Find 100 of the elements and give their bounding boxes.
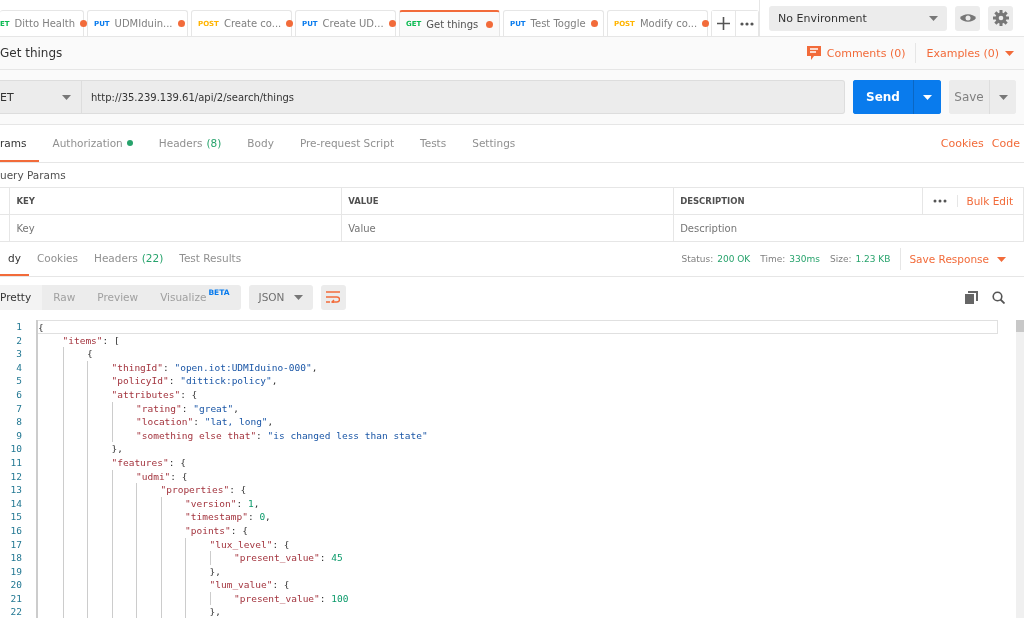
url-field[interactable]: http://35.239.139.61/api/2/search/things	[91, 91, 844, 103]
code-line: "attributes": {	[111, 387, 198, 402]
stat-label: Size:	[829, 254, 852, 264]
line-number: 21	[10, 591, 22, 606]
code-line: },	[209, 564, 221, 579]
code-line: "items": [	[62, 333, 120, 348]
header-link[interactable]: Cookies	[936, 125, 988, 162]
code-line: "present_value": 100	[234, 591, 349, 606]
line-number: 5	[16, 374, 22, 388]
column-header: VALUE	[341, 187, 674, 215]
wrap-icon	[326, 291, 341, 303]
eye-icon	[959, 13, 976, 23]
response-section-tab[interactable]: Cookies	[28, 242, 86, 276]
code-line: "properties": {	[160, 483, 247, 497]
copy-icon[interactable]	[962, 290, 981, 304]
code-line: "thingId": "open.iot:UDMIduino-000",	[111, 360, 318, 375]
eye-button[interactable]	[955, 5, 980, 31]
more-icon	[740, 21, 754, 26]
caret-icon	[1005, 50, 1014, 56]
param-field[interactable]: Key	[16, 222, 336, 234]
format-dropdown[interactable]: JSON	[248, 284, 313, 310]
request-section-tab[interactable]: Headers (8)	[145, 125, 235, 162]
view-mode-tab[interactable]: Preview	[86, 284, 150, 310]
line-number: 13	[10, 483, 22, 497]
environment-dropdown[interactable]: No Environment	[769, 5, 947, 31]
request-section-tab[interactable]: Authorization	[39, 125, 146, 162]
line-number: 15	[10, 510, 22, 524]
line-number: 17	[10, 537, 22, 552]
code-line: "something else that": "is changed less than state"	[136, 428, 428, 443]
header-link[interactable]: Code	[987, 125, 1024, 162]
stat-value: 330ms	[789, 254, 820, 264]
scrollbar-thumb[interactable]	[1016, 320, 1024, 332]
caret-icon	[293, 294, 303, 300]
request-title: Get things	[0, 46, 64, 60]
line-number: 2	[16, 333, 22, 348]
request-section-tab[interactable]: Pre-request Script	[286, 125, 408, 162]
stat-value: 200 OK	[717, 254, 751, 264]
stat-value: 1.23 KB	[855, 254, 891, 264]
request-section-tab[interactable]: Body	[234, 125, 287, 162]
gear-icon	[992, 10, 1009, 26]
code-line: {	[87, 347, 93, 361]
stat-label: Status:	[681, 254, 714, 264]
code-line: "udmi": {	[136, 469, 188, 484]
stat-label: Time:	[760, 254, 786, 264]
line-number: 8	[16, 415, 22, 429]
param-field[interactable]: Description	[673, 214, 1024, 242]
view-mode-tab[interactable]: Raw	[42, 284, 87, 310]
code-line: "lux_level": {	[209, 537, 290, 552]
column-header: DESCRIPTION	[673, 187, 923, 215]
section-heading: uery Params	[0, 169, 66, 181]
line-number: 18	[10, 551, 22, 565]
line-number: 6	[16, 387, 22, 402]
line-number: 20	[10, 578, 22, 592]
column-header: KEY	[9, 187, 342, 215]
line-number: 1	[16, 320, 22, 334]
view-mode-tab[interactable]: Pretty	[0, 284, 43, 310]
url-field[interactable]: http://35.239.139.61/api/2/search/things	[82, 80, 845, 114]
code-line: "policyId": "dittick:policy",	[111, 374, 278, 388]
line-number: 12	[10, 469, 22, 484]
param-field[interactable]: Value	[348, 222, 668, 234]
param-field[interactable]: Description	[680, 222, 1017, 234]
settings-button[interactable]	[988, 5, 1013, 31]
code-line: "version": 1,	[185, 496, 260, 511]
request-section-tab[interactable]: Tests	[407, 125, 460, 162]
caret-icon	[998, 94, 1008, 100]
comment-icon	[806, 46, 821, 60]
code-line: },	[209, 605, 221, 618]
code-line: "timestamp": 0,	[185, 510, 271, 524]
caret-icon	[997, 256, 1006, 262]
code-line: "points": {	[185, 523, 248, 538]
response-section-tab[interactable]: Test Results	[171, 242, 250, 276]
examples-dropdown[interactable]: Examples (0)	[916, 46, 1024, 60]
line-number: 16	[10, 523, 22, 538]
param-field[interactable]: Key	[9, 214, 342, 242]
code-line: "present_value": 45	[234, 551, 343, 565]
code-line: },	[111, 442, 123, 456]
line-number: 3	[16, 347, 22, 361]
response-section-tab[interactable]: Headers (22)	[86, 242, 172, 276]
line-number: 14	[10, 496, 22, 511]
code-line: "location": "lat, long",	[136, 415, 274, 429]
method-dropdown[interactable]: ET	[0, 80, 82, 114]
plus-icon	[717, 17, 730, 30]
send-options-button[interactable]	[913, 80, 941, 114]
caret-icon	[62, 94, 71, 100]
request-section-tab[interactable]: Settings	[459, 125, 529, 162]
code-line: "lum_value": {	[209, 578, 290, 592]
param-field[interactable]: Value	[341, 214, 674, 242]
search-icon[interactable]	[989, 290, 1008, 304]
line-number: 4	[16, 360, 22, 375]
more-button[interactable]	[735, 11, 758, 36]
wrap-lines-button[interactable]	[320, 284, 346, 310]
save-response-dropdown[interactable]: Save Response	[900, 248, 1012, 270]
code-line: "features": {	[111, 455, 186, 470]
comments-button[interactable]: Comments (0)	[796, 46, 916, 60]
code-line: "rating": "great",	[136, 401, 239, 416]
line-number: 11	[10, 455, 22, 470]
caret-icon	[923, 94, 932, 100]
code-line: {	[38, 321, 44, 333]
line-number: 22	[10, 605, 22, 618]
line-number: 10	[10, 442, 22, 456]
